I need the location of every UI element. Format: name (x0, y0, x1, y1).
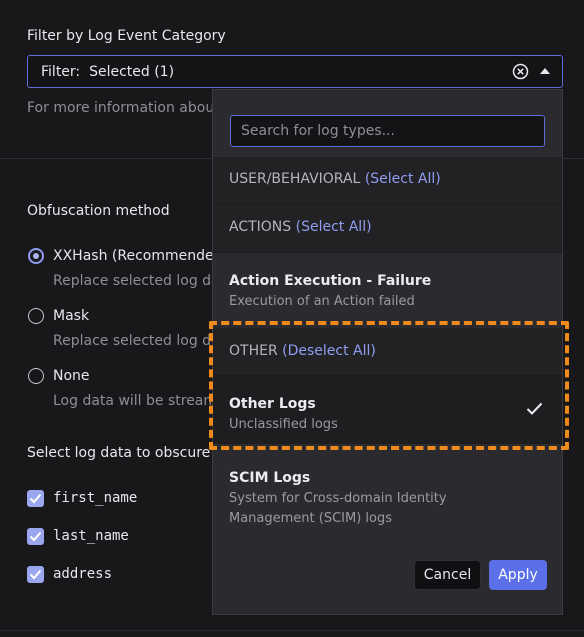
checkbox-address[interactable] (27, 566, 44, 583)
filter-value: Filter: Selected (1) (41, 64, 175, 80)
cancel-button[interactable]: Cancel (414, 560, 481, 590)
radio-xxhash[interactable] (28, 248, 44, 264)
select-all-link[interactable]: (Select All) (296, 219, 372, 235)
radio-mask[interactable] (28, 308, 44, 324)
checkmark-icon (526, 402, 543, 415)
check-icon (29, 493, 42, 504)
checkbox-last-name[interactable] (27, 528, 44, 545)
search-input[interactable] (230, 115, 545, 147)
caret-up-icon[interactable] (540, 67, 550, 75)
log-type-dropdown: USER/BEHAVIORAL (Select All) ACTIONS (Se… (212, 89, 563, 615)
field-address: address (53, 566, 113, 582)
item-desc-line2: Management (SCIM) logs (229, 511, 393, 526)
group-other: OTHER (Deselect All) (213, 328, 562, 376)
radio-none-desc: Log data will be stream (53, 393, 218, 409)
field-last-name: last_name (53, 528, 129, 544)
group-user-behavioral: USER/BEHAVIORAL (Select All) (213, 157, 562, 205)
group-title: OTHER (229, 343, 278, 359)
list-item-other-logs[interactable]: Other Logs Unclassified logs (213, 376, 562, 444)
checkbox-first-name[interactable] (27, 490, 44, 507)
item-desc: Execution of an Action failed (229, 294, 415, 309)
radio-mask-label[interactable]: Mask (53, 308, 89, 324)
apply-button[interactable]: Apply (489, 560, 547, 590)
field-first-name: first_name (53, 490, 138, 506)
list-item-action-execution-failure[interactable]: Action Execution - Failure Execution of … (213, 253, 562, 325)
group-title: USER/BEHAVIORAL (229, 171, 361, 187)
group-actions: ACTIONS (Select All) (213, 205, 562, 253)
bottom-divider (0, 630, 584, 631)
filter-help-text: For more information about c (27, 100, 232, 116)
item-desc: Unclassified logs (229, 417, 338, 432)
radio-none-label[interactable]: None (53, 368, 90, 384)
obscure-label: Select log data to obscure in (27, 445, 228, 461)
filter-select[interactable]: Filter: Selected (1) (27, 55, 563, 88)
item-title: Action Execution - Failure (229, 273, 432, 289)
clear-circle-icon[interactable] (512, 63, 529, 80)
select-all-link[interactable]: (Select All) (365, 171, 441, 187)
check-icon (29, 531, 42, 542)
radio-xxhash-label[interactable]: XXHash (Recommended (53, 248, 223, 264)
radio-mask-desc: Replace selected log da (53, 333, 220, 349)
check-icon (29, 569, 42, 580)
radio-none[interactable] (28, 368, 44, 384)
item-title: SCIM Logs (229, 470, 311, 486)
filter-label: Filter by Log Event Category (27, 28, 226, 44)
item-title: Other Logs (229, 396, 316, 412)
radio-xxhash-desc: Replace selected log da (53, 273, 220, 289)
deselect-all-link[interactable]: (Deselect All) (282, 343, 376, 359)
item-desc: System for Cross-domain Identity (229, 491, 447, 506)
group-title: ACTIONS (229, 219, 292, 235)
list-item-scim-logs[interactable]: SCIM Logs System for Cross-domain Identi… (213, 448, 562, 530)
obfuscation-label: Obfuscation method (27, 203, 170, 219)
